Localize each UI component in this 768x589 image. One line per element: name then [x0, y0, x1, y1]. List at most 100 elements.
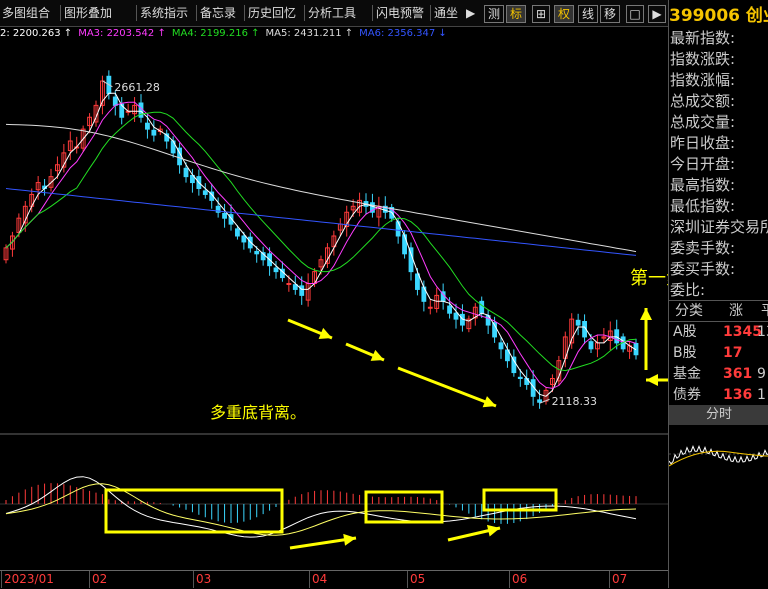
ma-value-4: MA6: 2356.347 ↓: [359, 28, 447, 39]
info-label-9: 深圳证券交易所: [670, 218, 768, 236]
toolbar-icon-button-2[interactable]: 权: [554, 5, 574, 23]
play-icon[interactable]: ▶: [466, 4, 475, 22]
info-label-6: 今日开盘:: [670, 155, 736, 173]
toolbar-separator: [244, 5, 245, 21]
date-axis: 2023/01 02 03 04 05 06 07: [0, 570, 668, 589]
date-tick: [609, 571, 610, 588]
date-tick: [89, 571, 90, 588]
toolbar-item-7[interactable]: 通坐: [434, 4, 458, 22]
category-row: 债券 136 1: [669, 385, 768, 406]
toolbar-icon-button-3[interactable]: 线: [578, 5, 598, 23]
candle-body: [292, 284, 298, 290]
category-name: 基金: [673, 366, 701, 382]
toolbar-icon-button-4[interactable]: 移: [600, 5, 620, 23]
toolbar-item-0[interactable]: 多图组合: [2, 4, 50, 22]
info-label-0: 最新指数:: [670, 29, 736, 47]
candle-body: [511, 356, 517, 374]
cat-head-type: 分类: [675, 303, 703, 319]
date-label-6: 07: [612, 572, 628, 586]
candle-body: [151, 129, 157, 136]
category-up-count: 136: [723, 387, 753, 403]
step-note: 第一步: [630, 268, 668, 289]
category-name: 债券: [673, 387, 701, 403]
info-label-4: 总成交量:: [670, 113, 736, 131]
candle-body: [273, 267, 279, 273]
info-label-8: 最低指数:: [670, 197, 736, 215]
date-label-4: 05: [410, 572, 426, 586]
low-value-label: 2118.33: [552, 395, 598, 408]
toolbar-item-4[interactable]: 历史回忆: [248, 4, 296, 22]
toolbar-separator: [304, 5, 305, 21]
date-label-3: 04: [312, 572, 328, 586]
tab-fenshi[interactable]: 分时: [669, 405, 768, 425]
candle-body: [588, 341, 594, 350]
toolbar-separator: [136, 5, 137, 21]
info-label-5: 昨日收盘:: [670, 134, 736, 152]
toolbar-item-5[interactable]: 分析工具: [308, 4, 356, 22]
divergence-box-2: [364, 490, 444, 524]
category-header: 分类 涨 平: [669, 300, 768, 322]
ma-value-2: MA4: 2199.216 ↑: [171, 28, 260, 39]
category-row: A股134513: [669, 322, 768, 343]
right-panel: 399006 创业 最新指数: 指数涨跌: 指数涨幅: 总成交额: 总成交量: 昨日收盘:…: [668, 0, 768, 588]
index-name: 创业: [745, 6, 768, 26]
toolbar-separator: [196, 5, 197, 21]
date-label-5: 06: [512, 572, 528, 586]
date-tick: [1, 571, 2, 588]
candle-body: [453, 312, 459, 320]
candle-body: [537, 399, 542, 403]
window-icon[interactable]: □: [626, 5, 644, 23]
info-label-2: 指数涨幅:: [670, 71, 736, 89]
candle-body: [254, 250, 260, 255]
date-label-2: 03: [196, 572, 212, 586]
toolbar: 多图组合 图形叠加 系统指示 备忘录 历史回忆 分析工具 闪电预警 通坐 ▶ ⊞ 测标权线移 □ ▶: [0, 0, 668, 27]
grid-icon[interactable]: ⊞: [532, 5, 550, 23]
toolbar-item-3[interactable]: 备忘录: [200, 4, 236, 22]
index-code: 399006 创业: [669, 4, 768, 28]
info-label-12: 委比:: [670, 281, 706, 299]
index-code-number: 399006: [669, 6, 740, 26]
category-flat-count: 13: [757, 324, 768, 340]
toolbar-icon-button-0[interactable]: 测: [484, 5, 504, 23]
toolbar-item-6[interactable]: 闪电预警: [376, 4, 424, 22]
toolbar-separator: [430, 5, 431, 21]
divergence-note: 多重底背离。: [210, 403, 306, 422]
cat-head-up: 涨: [729, 303, 743, 319]
toolbar-icon-button-1[interactable]: 标: [506, 5, 526, 23]
info-label-7: 最高指数:: [670, 176, 736, 194]
arrow-up-signal-head: [640, 308, 652, 320]
ma5-line: [5, 123, 637, 253]
date-label-1: 02: [92, 572, 108, 586]
high-value-label: 2661.28: [114, 81, 160, 94]
kline-chart[interactable]: 2661.28 2118.33 多重底背离。 第一步: [0, 42, 668, 570]
next-panel-icon[interactable]: ▶: [648, 5, 666, 23]
candle-body: [145, 122, 150, 130]
candle-body: [112, 96, 118, 106]
candle-body: [517, 376, 523, 379]
toolbar-item-2[interactable]: 系统指示: [140, 4, 188, 22]
category-up-count: 17: [723, 345, 743, 361]
category-flat-count: 1: [757, 387, 766, 403]
candle-body: [235, 228, 240, 237]
candle-body: [614, 329, 620, 344]
category-row: B股 17: [669, 343, 768, 364]
candle-body: [402, 234, 407, 255]
ma-value-0: 2: 2200.263 ↑: [0, 28, 73, 39]
toolbar-item-1[interactable]: 图形叠加: [64, 4, 112, 22]
ma-value-3: MA5: 2431.211 ↑: [265, 28, 354, 39]
toolbar-separator: [60, 5, 61, 21]
date-tick: [309, 571, 310, 588]
candle-body: [498, 342, 504, 350]
date-tick: [193, 571, 194, 588]
candle-body: [222, 212, 227, 219]
intraday-mini-chart[interactable]: [669, 426, 768, 588]
ma-value-1: MA3: 2203.542 ↑: [78, 28, 166, 39]
ma-readout: 2: 2200.263 ↑ MA3: 2203.542 ↑ MA4: 2199.21…: [0, 26, 668, 42]
candle-body: [299, 285, 305, 296]
candle-body: [415, 273, 420, 290]
ma4-line: [5, 111, 637, 372]
candle-body: [447, 305, 452, 314]
info-label-11: 委买手数:: [670, 260, 736, 278]
date-tick: [407, 571, 408, 588]
macd-dif-line: [5, 476, 637, 538]
